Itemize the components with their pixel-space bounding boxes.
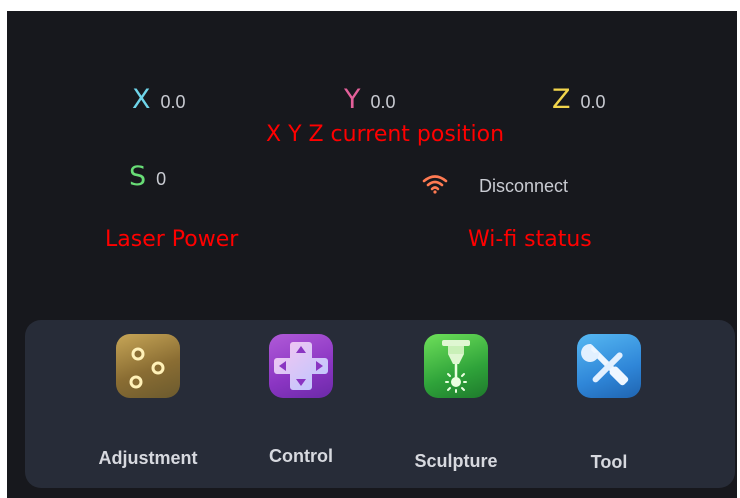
wifi-status: Disconnect — [479, 176, 569, 196]
y-axis-label: Y — [344, 84, 361, 115]
tool-label[interactable]: Tool — [539, 452, 679, 473]
control-button[interactable] — [231, 334, 371, 398]
adjustment-label[interactable]: Adjustment — [78, 448, 218, 469]
laser-power-value: 0 — [156, 169, 167, 189]
z-position: Z 0.0 — [552, 86, 606, 113]
tools-icon — [577, 334, 641, 398]
laser-annotation: Laser Power — [105, 227, 239, 252]
adjustment-button[interactable] — [78, 334, 218, 398]
z-axis-label: Z — [552, 84, 571, 115]
x-axis-label: X — [132, 84, 151, 115]
x-value: 0.0 — [160, 92, 186, 112]
sculpture-button[interactable] — [386, 334, 526, 398]
x-position: X 0.0 — [132, 86, 186, 113]
z-value: 0.0 — [580, 92, 606, 112]
sculpture-label[interactable]: Sculpture — [386, 451, 526, 472]
laser-power: S 0 — [129, 163, 166, 190]
laser-engraver-icon — [424, 334, 488, 398]
position-annotation: X Y Z current position — [266, 122, 505, 147]
y-value: 0.0 — [370, 92, 396, 112]
dpad-icon — [269, 334, 333, 398]
laser-power-label: S — [129, 161, 147, 192]
control-label[interactable]: Control — [231, 446, 371, 467]
sliders-icon — [116, 334, 180, 398]
wifi-icon — [422, 175, 448, 194]
wifi-annotation: Wi-fi status — [468, 227, 592, 252]
y-position: Y 0.0 — [344, 86, 396, 113]
app-dock: Adjustment Control Sculpture Tool — [25, 320, 735, 488]
tool-button[interactable] — [539, 334, 679, 398]
